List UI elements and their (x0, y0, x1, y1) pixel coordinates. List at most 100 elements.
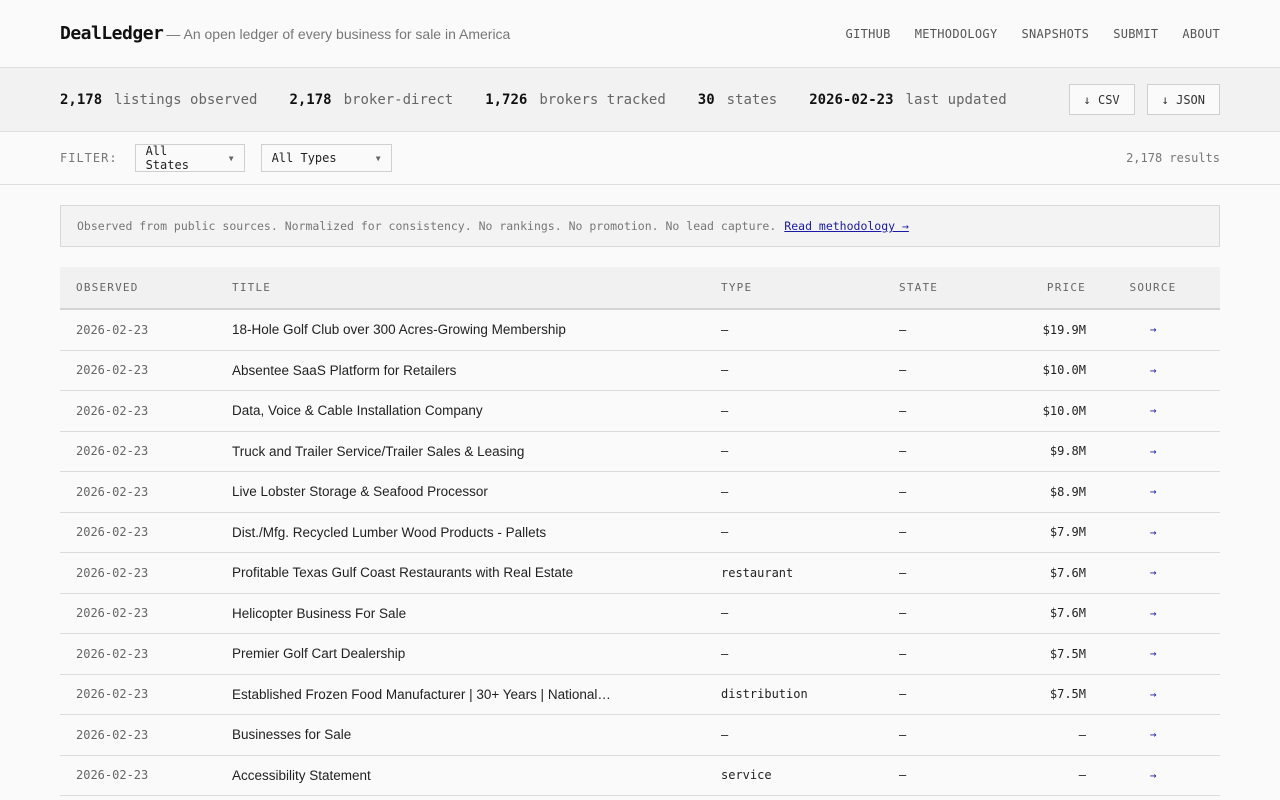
site-tagline: — An open ledger of every business for s… (166, 26, 511, 42)
observed-cell: 2026-02-23 (76, 444, 149, 459)
table-row[interactable]: 2026-02-23 Data, Voice & Cable Installati… (60, 391, 1220, 432)
source-link[interactable]: → (1086, 404, 1220, 417)
table-row[interactable]: 2026-02-23 Accessibility Statement service… (60, 756, 1220, 796)
observed-cell: 2026-02-23 (76, 525, 149, 540)
source-link[interactable]: → (1086, 445, 1220, 458)
observed-cell: 2026-02-23 (76, 403, 149, 418)
stat-value: 30 (697, 91, 715, 108)
state-cell: — (899, 322, 907, 337)
site-logo[interactable]: DealLedger (60, 23, 164, 44)
type-cell: — (721, 484, 729, 499)
price-cell: $10.0M (1042, 403, 1086, 418)
table-row[interactable]: 2026-02-23 Helicopter Business For Sale — —… (60, 594, 1220, 634)
type-cell: — (721, 727, 729, 742)
observed-cell: 2026-02-23 (76, 484, 149, 499)
site-header: DealLedger — An open ledger of every bus… (0, 0, 1280, 68)
table-row[interactable]: 2026-02-23 Premier Golf Cart Dealership — —… (60, 634, 1220, 675)
nav-snapshots[interactable]: SNAPSHOTS (1021, 27, 1089, 41)
title-cell[interactable]: Helicopter Business For Sale (232, 606, 721, 621)
results-count: 2,178 results (1126, 151, 1220, 165)
price-cell: $7.6M (1049, 565, 1086, 580)
observed-cell: 2026-02-23 (76, 606, 149, 621)
brand: DealLedger — An open ledger of every bus… (60, 23, 510, 44)
col-header-observed[interactable]: OBSERVED (60, 281, 232, 294)
state-cell: — (899, 363, 907, 378)
listings-table: OBSERVED TITLE TYPE STATE PRICE SOURCE 2… (60, 267, 1220, 796)
stat-label: states (726, 91, 778, 108)
source-link[interactable]: → (1086, 769, 1220, 782)
col-header-state[interactable]: STATE (899, 281, 1009, 294)
source-link[interactable]: → (1086, 607, 1220, 620)
title-cell[interactable]: Data, Voice & Cable Installation Company (232, 403, 721, 418)
source-link[interactable]: → (1086, 364, 1220, 377)
source-link[interactable]: → (1086, 566, 1220, 579)
download-json-button[interactable]: ↓ JSON (1146, 84, 1220, 115)
state-cell: — (899, 768, 907, 783)
col-header-source[interactable]: SOURCE (1086, 281, 1220, 294)
observed-cell: 2026-02-23 (76, 727, 149, 742)
title-cell[interactable]: Businesses for Sale (232, 727, 721, 742)
source-link[interactable]: → (1086, 323, 1220, 336)
stat-listings: 2,178 listings observed (60, 92, 257, 108)
title-cell[interactable]: Premier Golf Cart Dealership (232, 646, 721, 661)
table-row[interactable]: 2026-02-23 Established Frozen Food Manufa… (60, 675, 1220, 715)
observed-cell: 2026-02-23 (76, 565, 149, 580)
download-buttons: ↓ CSV ↓ JSON (1068, 84, 1220, 115)
price-cell: — (1078, 768, 1086, 783)
stat-label: brokers tracked (539, 91, 666, 108)
state-select[interactable]: All States ▼ (134, 144, 245, 172)
nav-github[interactable]: GITHUB (846, 27, 891, 41)
chevron-down-icon: ▼ (228, 153, 234, 163)
table-row[interactable]: 2026-02-23 Absentee SaaS Platform for Ret… (60, 351, 1220, 391)
notice-text: Observed from public sources. Normalized… (77, 219, 777, 233)
type-cell: — (721, 322, 729, 337)
stat-broker-direct: 2,178 broker-direct (289, 92, 453, 108)
table-body: 2026-02-23 18-Hole Golf Club over 300 Acr… (60, 310, 1220, 796)
source-link[interactable]: → (1086, 647, 1220, 660)
col-header-price[interactable]: PRICE (1009, 281, 1086, 294)
table-row[interactable]: 2026-02-23 Businesses for Sale — — — → (60, 715, 1220, 756)
stat-last-updated: 2026-02-23 last updated (809, 92, 1006, 108)
type-select[interactable]: All Types ▼ (260, 144, 392, 172)
type-select-value: All Types (271, 151, 337, 165)
source-link[interactable]: → (1086, 526, 1220, 539)
table-row[interactable]: 2026-02-23 18-Hole Golf Club over 300 Acr… (60, 310, 1220, 351)
title-cell[interactable]: 18-Hole Golf Club over 300 Acres-Growing… (232, 322, 721, 337)
read-methodology-link[interactable]: Read methodology → (784, 219, 909, 233)
nav-methodology[interactable]: METHODOLOGY (915, 27, 998, 41)
title-cell[interactable]: Dist./Mfg. Recycled Lumber Wood Products… (232, 525, 721, 540)
state-cell: — (899, 444, 907, 459)
source-link[interactable]: → (1086, 688, 1220, 701)
download-csv-button[interactable]: ↓ CSV (1068, 84, 1135, 115)
price-cell: $7.9M (1049, 525, 1086, 540)
filter-label: FILTER: (60, 151, 118, 165)
col-header-type[interactable]: TYPE (721, 281, 899, 294)
title-cell[interactable]: Accessibility Statement (232, 768, 721, 783)
table-row[interactable]: 2026-02-23 Profitable Texas Gulf Coast Re… (60, 553, 1220, 594)
stat-label: broker-direct (343, 91, 454, 108)
type-cell: — (721, 363, 729, 378)
source-link[interactable]: → (1086, 728, 1220, 741)
state-cell: — (899, 687, 907, 702)
observed-cell: 2026-02-23 (76, 646, 149, 661)
nav-about[interactable]: ABOUT (1182, 27, 1220, 41)
source-link[interactable]: → (1086, 485, 1220, 498)
table-row[interactable]: 2026-02-23 Truck and Trailer Service/Trai… (60, 432, 1220, 472)
main-nav: GITHUB METHODOLOGY SNAPSHOTS SUBMIT ABOU… (846, 27, 1220, 41)
price-cell: $8.9M (1049, 484, 1086, 499)
table-row[interactable]: 2026-02-23 Dist./Mfg. Recycled Lumber Woo… (60, 513, 1220, 553)
table-header: OBSERVED TITLE TYPE STATE PRICE SOURCE (60, 267, 1220, 310)
table-row[interactable]: 2026-02-23 Live Lobster Storage & Seafood… (60, 472, 1220, 513)
chevron-down-icon: ▼ (375, 153, 381, 163)
state-cell: — (899, 606, 907, 621)
title-cell[interactable]: Profitable Texas Gulf Coast Restaurants … (232, 565, 721, 580)
title-cell[interactable]: Truck and Trailer Service/Trailer Sales … (232, 444, 721, 459)
type-cell: — (721, 444, 729, 459)
title-cell[interactable]: Live Lobster Storage & Seafood Processor (232, 484, 721, 499)
col-header-title[interactable]: TITLE (232, 281, 721, 294)
title-cell[interactable]: Absentee SaaS Platform for Retailers (232, 363, 721, 378)
stats-list: 2,178 listings observed 2,178 broker-direc… (60, 92, 1007, 108)
nav-submit[interactable]: SUBMIT (1113, 27, 1158, 41)
title-cell[interactable]: Established Frozen Food Manufacturer | 3… (232, 687, 721, 702)
observed-cell: 2026-02-23 (76, 768, 149, 783)
